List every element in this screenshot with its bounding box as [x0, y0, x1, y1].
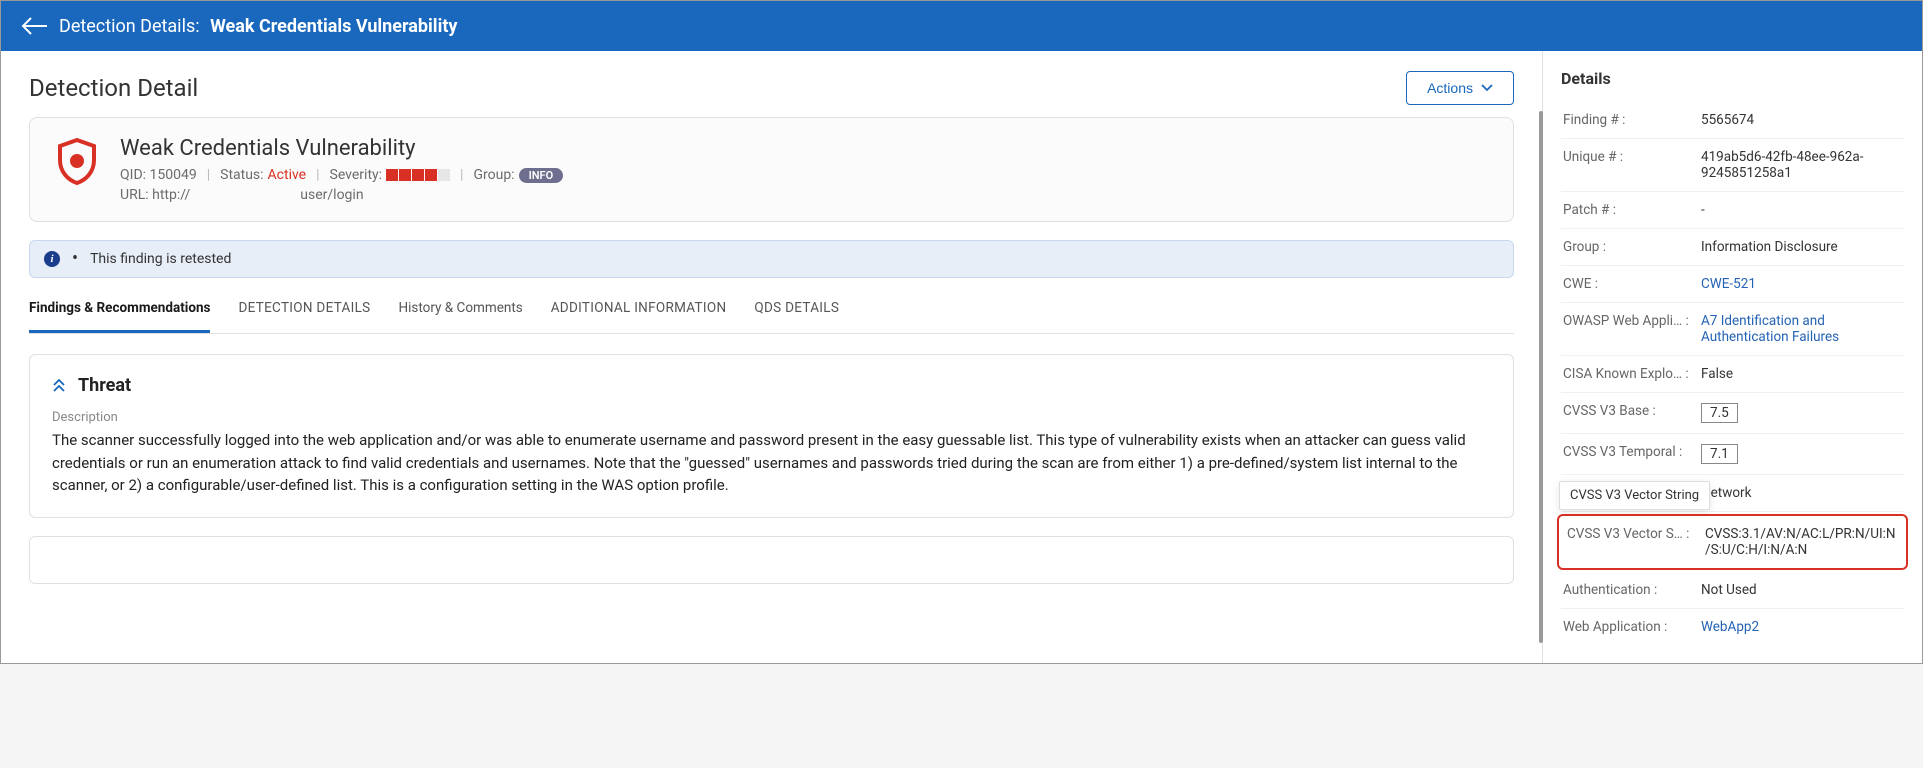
detail-row: AuthenticationNot Used: [1561, 572, 1904, 609]
detail-row: CVSS V3 Temporal7.1: [1561, 434, 1904, 475]
detail-value: Not Used: [1701, 582, 1902, 598]
threat-panel: Threat Description The scanner successfu…: [29, 354, 1514, 518]
header-prefix: Detection Details:: [59, 16, 200, 37]
detail-label: CISA Known Explo…: [1563, 366, 1701, 382]
collapse-icon[interactable]: [52, 379, 66, 393]
detail-row: Finding #5565674: [1561, 102, 1904, 139]
severity-indicator: [386, 169, 450, 181]
vulnerability-card: Weak Credentials Vulnerability QID: 1500…: [29, 117, 1514, 222]
status-label: Status:: [220, 167, 263, 183]
detail-row: CVSS V3 Vector S…CVSS:3.1/AV:N/AC:L/PR:N…: [1557, 514, 1908, 570]
vulnerability-title: Weak Credentials Vulnerability: [120, 136, 563, 161]
detail-label: Group: [1563, 239, 1701, 255]
detail-value: Information Disclosure: [1701, 239, 1902, 255]
group-label: Group:: [473, 167, 514, 183]
group-badge: INFO: [519, 168, 564, 183]
chevron-down-icon: [1481, 84, 1493, 92]
detail-row: Unique #419ab5d6-42fb-48ee-962a-92458512…: [1561, 139, 1904, 192]
status-value: Active: [268, 167, 307, 183]
actions-label: Actions: [1427, 80, 1473, 96]
details-grid: Finding #5565674Unique #419ab5d6-42fb-48…: [1561, 102, 1904, 645]
detail-label: CVSS V3 Temporal: [1563, 444, 1701, 460]
detail-row: Patch #-: [1561, 192, 1904, 229]
detail-value: False: [1701, 366, 1902, 382]
detail-value: Network: [1701, 485, 1902, 501]
detail-value: CVSS:3.1/AV:N/AC:L/PR:N/UI:N/S:U/C:H/I:N…: [1705, 526, 1898, 558]
tabs: Findings & Recommendations DETECTION DETA…: [29, 288, 1514, 334]
detail-value: 7.1: [1701, 444, 1902, 464]
header-title: Weak Credentials Vulnerability: [210, 16, 457, 37]
detail-row: GroupInformation Disclosure: [1561, 229, 1904, 266]
detail-value: 5565674: [1701, 112, 1902, 128]
detail-value: -: [1701, 202, 1902, 218]
detail-value: 7.5: [1701, 403, 1902, 423]
page-title: Detection Detail: [29, 74, 198, 102]
tab-1[interactable]: DETECTION DETAILS: [238, 288, 370, 333]
page-header: Detection Details: Weak Credentials Vuln…: [1, 1, 1922, 51]
details-title: Details: [1561, 69, 1904, 88]
detail-row: OWASP Web Appli…A7 Identification and Au…: [1561, 303, 1904, 356]
tab-4[interactable]: QDS DETAILS: [754, 288, 839, 333]
url-line: URL: http:// user/login: [120, 187, 563, 203]
details-sidebar: Details Finding #5565674Unique #419ab5d6…: [1542, 51, 1922, 663]
main-column: Detection Detail Actions Weak Credential…: [1, 51, 1542, 663]
detail-value[interactable]: A7 Identification and Authentication Fai…: [1701, 313, 1902, 345]
actions-button[interactable]: Actions: [1406, 71, 1514, 105]
detail-row: CISA Known Explo…False: [1561, 356, 1904, 393]
detail-value[interactable]: WebApp2: [1701, 619, 1902, 635]
url-prefix: http://: [152, 187, 190, 203]
description-text: The scanner successfully logged into the…: [52, 429, 1491, 497]
detail-row: CWECWE-521: [1561, 266, 1904, 303]
url-suffix: user/login: [300, 187, 363, 203]
qid-label: QID: 150049: [120, 167, 197, 183]
detail-value[interactable]: CWE-521: [1701, 276, 1902, 292]
description-label: Description: [52, 410, 1491, 425]
threat-title: Threat: [78, 375, 131, 396]
severity-label: Severity:: [330, 167, 383, 183]
detail-label: Web Application: [1563, 619, 1701, 635]
tab-3[interactable]: ADDITIONAL INFORMATION: [551, 288, 727, 333]
detail-label: Authentication: [1563, 582, 1701, 598]
url-label: URL:: [120, 187, 149, 203]
detail-value: 419ab5d6-42fb-48ee-962a-9245851258a1: [1701, 149, 1902, 181]
info-icon: i: [44, 251, 60, 267]
next-panel: [29, 536, 1514, 584]
shield-icon: [52, 136, 102, 186]
tab-0[interactable]: Findings & Recommendations: [29, 288, 210, 333]
detail-label: Finding #: [1563, 112, 1701, 128]
detail-label: Patch #: [1563, 202, 1701, 218]
detail-row: Web ApplicationWebApp2: [1561, 609, 1904, 645]
detail-label: CVSS V3 Vector S…: [1567, 526, 1705, 542]
tooltip: CVSS V3 Vector String: [1559, 481, 1710, 510]
header-breadcrumb: Detection Details: Weak Credentials Vuln…: [59, 16, 458, 37]
vulnerability-meta: QID: 150049 | Status: Active | Severity:…: [120, 167, 563, 183]
detail-label: CVSS V3 Base: [1563, 403, 1701, 419]
tab-2[interactable]: History & Comments: [399, 288, 523, 333]
back-arrow-icon[interactable]: [21, 12, 49, 40]
info-text: This finding is retested: [90, 251, 231, 267]
detail-row: CVSS V3 Vector StringCVSS V3 Attack V…Ne…: [1561, 475, 1904, 512]
detail-label: Unique #: [1563, 149, 1701, 165]
detail-row: CVSS V3 Base7.5: [1561, 393, 1904, 434]
detail-label: OWASP Web Appli…: [1563, 313, 1701, 329]
detail-label: CWE: [1563, 276, 1701, 292]
scrollbar[interactable]: [1539, 111, 1543, 643]
info-bar: i • This finding is retested: [29, 240, 1514, 278]
